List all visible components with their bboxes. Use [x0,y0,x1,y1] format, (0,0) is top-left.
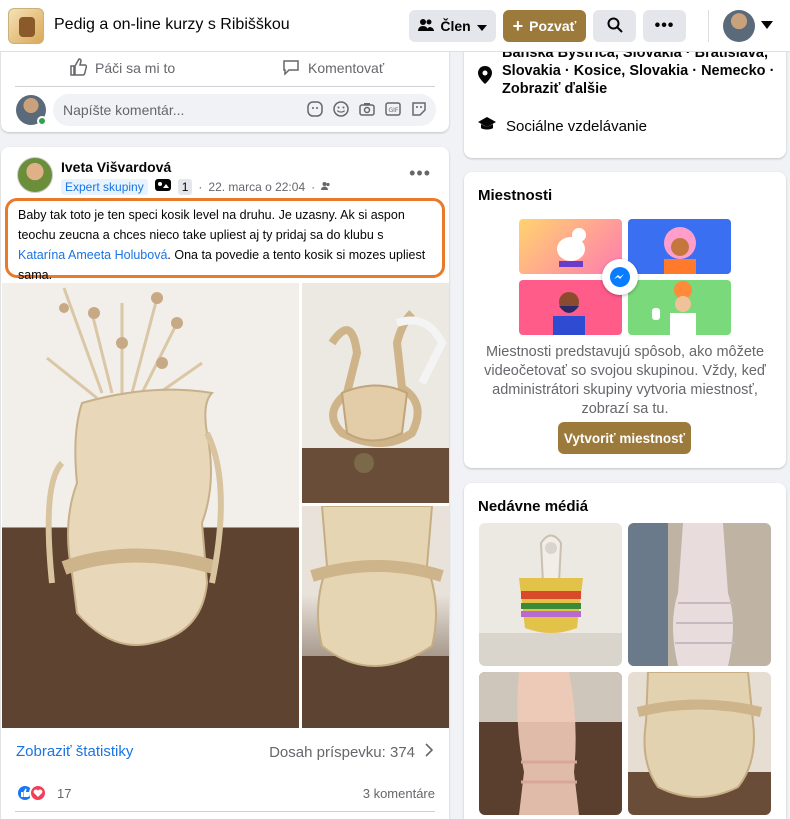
group-header-bar: Pedig a on-line kurzy s Ribišškou Člen +… [0,0,790,52]
like-label: Páči sa mi to [95,60,176,76]
comments-count[interactable]: 3 komentáre [363,786,435,801]
media-thumbnail-1[interactable] [479,523,622,666]
badge-count: 1 [177,178,193,195]
search-icon [607,17,623,36]
locations-row: Banská Bystrica, Slovakia · Bratislava, … [478,44,778,98]
invite-label: Pozvať [529,18,577,34]
svg-text:GIF: GIF [389,107,399,114]
room-tile-woman [628,219,731,274]
post-author-name[interactable]: Iveta Višvardová [61,159,171,175]
more-options-button[interactable]: ••• [643,10,686,42]
mention-link[interactable]: Katarína Ameeta Holubová [18,248,167,262]
divider [15,86,435,87]
category-row: Sociálne vzdelávanie [478,117,647,135]
member-label: Člen [440,18,471,34]
rooms-illustration [519,219,731,335]
gif-icon[interactable]: GIF [384,100,402,118]
post-meta: Expert skupiny 1 · 22. marca o 22:04 · [61,178,331,195]
post-text: Baby tak toto je ten speci kosik level n… [5,198,445,282]
location-pin-icon [478,66,492,98]
graduation-cap-icon [478,117,496,135]
badge-emblem-icon [154,178,172,195]
post-photo-1[interactable] [2,283,299,728]
comment-label: Komentovať [308,60,385,76]
online-status-indicator [37,116,47,126]
messenger-icon [602,259,638,295]
comment-button[interactable]: Komentovať [282,58,384,78]
header-divider [708,10,709,42]
search-button[interactable] [593,10,636,42]
media-thumbnail-4[interactable] [628,672,771,815]
dot-separator-2: · [311,179,316,194]
post-reach[interactable]: Dosah príspevku: 374 [269,743,434,761]
comment-input[interactable]: Napíšte komentár... GIF [53,94,436,126]
category-text: Sociálne vzdelávanie [506,117,647,135]
recent-media-card: Nedávne médiá [464,483,786,819]
create-room-button[interactable]: Vytvoriť miestnosť [558,422,691,454]
recent-media-title: Nedávne médiá [478,498,589,515]
member-button[interactable]: Člen [409,10,496,42]
profile-avatar[interactable] [723,10,755,42]
ellipsis-icon: ••• [654,17,675,34]
reaction-icons [16,784,47,802]
room-tile-chef [628,280,731,335]
post-text-part-1: Baby tak toto je ten speci kosik level n… [18,208,405,242]
camera-icon[interactable] [358,100,376,118]
account-menu-caret-icon[interactable] [761,18,773,32]
about-card: Banská Bystrica, Slovakia · Bratislava, … [464,38,786,158]
group-thumbnail[interactable] [8,8,44,44]
comment-placeholder: Napíšte komentár... [63,102,185,118]
author-avatar[interactable] [17,157,53,193]
comment-bubble-icon [282,58,300,79]
locations-text[interactable]: Banská Bystrica, Slovakia · Bratislava, … [502,44,778,98]
expert-badge[interactable]: Expert skupiny [61,178,148,195]
caret-down-icon [476,18,487,34]
plus-icon: + [512,16,524,36]
group-post: Iveta Višvardová Expert skupiny 1 · 22. … [1,147,449,819]
post-photo-2[interactable] [302,283,449,503]
emoji-icon[interactable] [332,100,350,118]
like-button[interactable]: Páči sa mi to [69,57,176,79]
rooms-description: Miestnosti predstavujú spôsob, ako môžet… [484,344,766,417]
group-audience-icon [321,180,331,194]
view-insights-link[interactable]: Zobraziť štatistiky [16,743,133,760]
rooms-title: Miestnosti [478,187,553,204]
reactions-count: 17 [57,785,72,801]
dot-separator: · [198,179,203,194]
divider-bottom [15,811,435,812]
post-photo-3[interactable] [302,506,449,728]
rooms-card: Miestnosti Miestnosti predstavujú spôsob… [464,172,786,468]
members-icon [418,18,435,35]
media-thumbnail-3[interactable] [479,672,622,815]
chevron-right-icon [425,743,434,761]
post-timestamp[interactable]: 22. marca o 22:04 [208,180,305,194]
avatar-sticker-icon[interactable] [306,100,324,118]
reactions-summary[interactable]: 17 [16,784,71,802]
post-options-button[interactable]: ••• [409,163,431,184]
post-reach-label: Dosah príspevku: 374 [269,743,415,761]
thumbs-up-icon [69,57,88,79]
comment-tools: GIF [306,100,428,118]
media-thumbnail-2[interactable] [628,523,771,666]
love-reaction-icon [29,784,47,802]
previous-post-footer: Páči sa mi to Komentovať Napíšte komentá… [1,44,449,132]
sticker-icon[interactable] [410,100,428,118]
group-name[interactable]: Pedig a on-line kurzy s Ribišškou [54,16,290,34]
invite-button[interactable]: + Pozvať [503,10,586,42]
